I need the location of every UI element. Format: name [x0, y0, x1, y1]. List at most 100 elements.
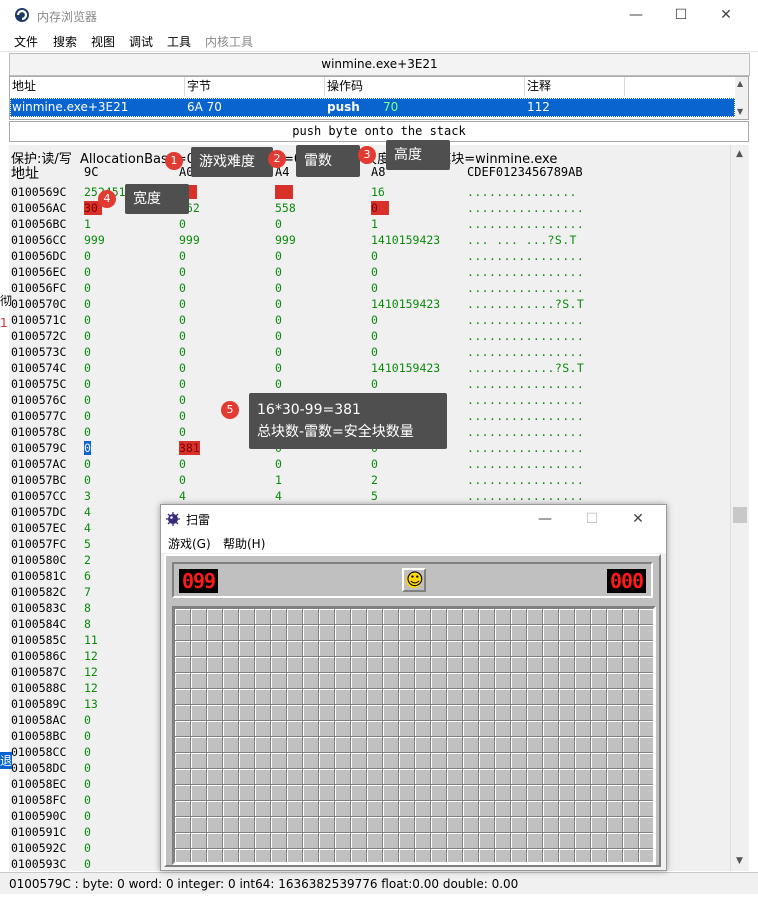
hex-value[interactable]: 0 [84, 761, 91, 775]
hex-value[interactable]: 0 [84, 729, 91, 743]
hex-value[interactable]: 0 [84, 345, 91, 359]
hex-value[interactable]: 0 [275, 297, 282, 311]
hex-value[interactable]: 0 [371, 201, 389, 215]
hex-value[interactable]: 0 [84, 793, 91, 807]
hex-row[interactable]: 010056AC 30 762 558 0................ [9, 201, 730, 217]
maximize-button[interactable]: ☐ [669, 4, 693, 26]
hex-value[interactable]: 0 [371, 377, 378, 391]
hex-value[interactable]: 13 [84, 697, 98, 711]
hex-value[interactable]: 0 [84, 393, 91, 407]
hex-value[interactable]: 0 [84, 265, 91, 279]
hex-value[interactable]: 12 [84, 649, 98, 663]
hex-value[interactable]: 1410159423 [371, 361, 440, 375]
hex-row[interactable]: 010056EC 0 0 0 0................ [9, 265, 730, 281]
hex-row[interactable]: 0100570C 0 0 0 1410159423 ............?S.T [9, 297, 730, 313]
hex-value[interactable]: 1410159423 [371, 233, 440, 247]
scroll-down-icon[interactable]: ▼ [737, 107, 743, 116]
hex-value[interactable]: 2 [371, 473, 378, 487]
hex-value[interactable]: 0 [179, 457, 186, 471]
hex-value[interactable]: 0 [84, 425, 91, 439]
hex-value[interactable]: 0 [275, 265, 282, 279]
hex-value[interactable]: 0 [179, 313, 186, 327]
smiley-button[interactable]: ☺ [402, 568, 426, 592]
scroll-up-icon[interactable]: ▲ [736, 149, 743, 159]
hex-row[interactable]: 0100575C 0 0 0 0................ [9, 377, 730, 393]
hex-value[interactable]: 0 [275, 329, 282, 343]
hex-value[interactable]: 5 [371, 489, 378, 503]
hex-value[interactable]: 0 [84, 745, 91, 759]
hex-value[interactable]: 0 [179, 377, 186, 391]
hex-value[interactable]: 0 [179, 345, 186, 359]
minimize-button[interactable]: — [624, 4, 648, 26]
hex-value[interactable]: 8 [84, 617, 91, 631]
hex-value[interactable]: 8 [84, 601, 91, 615]
mine-field-grid[interactable] [172, 606, 656, 865]
disasm-selected-row[interactable]: winmine.exe+3E21 6A 70 push 70 112 [10, 98, 735, 117]
menu-file[interactable]: 文件 [14, 33, 38, 50]
menu-search[interactable]: 搜索 [53, 33, 77, 50]
hex-row[interactable]: 0100574C 0 0 0 1410159423 ............?S.T [9, 361, 730, 377]
minesweeper-window[interactable]: 扫雷 — ☐ ✕ 游戏(G) 帮助(H) 099 ☺ 000 [160, 504, 667, 871]
hex-value[interactable]: 0 [84, 841, 91, 855]
hex-value[interactable]: 0 [179, 393, 186, 407]
hex-row[interactable]: 010057BC 0 0 1 2................ [9, 473, 730, 489]
hex-value[interactable]: 0 [84, 825, 91, 839]
hex-value[interactable]: 0 [179, 409, 186, 423]
hex-row[interactable]: 010057CC 3 4 4 5................ [9, 489, 730, 505]
hex-value[interactable]: 4 [84, 505, 91, 519]
hex-value[interactable]: 0 [179, 217, 186, 231]
hex-row[interactable]: 010056CC 999 999 999 1410159423 ... ... ...?… [9, 233, 730, 249]
minesweeper-close-button[interactable]: ✕ [626, 508, 650, 530]
menu-view[interactable]: 视图 [91, 33, 115, 50]
hex-value[interactable]: 381 [179, 441, 200, 455]
hex-row[interactable]: 010057AC 0 0 0 0................ [9, 457, 730, 473]
hex-row[interactable]: 010056DC 0 0 0 0................ [9, 249, 730, 265]
hex-row[interactable]: 010056FC 0 0 0 0................ [9, 281, 730, 297]
hex-value[interactable]: 0 [179, 265, 186, 279]
menu-debug[interactable]: 调试 [129, 33, 153, 50]
hex-value[interactable]: 0 [84, 857, 91, 871]
hex-value[interactable]: 0 [371, 249, 378, 263]
hex-value[interactable]: 0 [275, 377, 282, 391]
hex-value[interactable]: 0 [179, 281, 186, 295]
header-address[interactable]: 地址 [10, 77, 185, 96]
scroll-up-icon[interactable]: ▲ [737, 79, 743, 88]
hex-value[interactable]: 0 [84, 281, 91, 295]
hex-value[interactable]: 0 [84, 809, 91, 823]
hex-value[interactable]: 0 [275, 457, 282, 471]
hex-value[interactable]: 3 [84, 489, 91, 503]
hex-value[interactable]: 4 [275, 489, 282, 503]
hex-value[interactable]: 4 [84, 521, 91, 535]
hex-value[interactable]: 0 [84, 361, 91, 375]
hex-value[interactable]: 0 [84, 409, 91, 423]
hex-value[interactable]: 0 [371, 313, 378, 327]
scroll-down-icon[interactable]: ▼ [736, 856, 743, 866]
hex-value[interactable]: 0 [179, 361, 186, 375]
hex-value[interactable]: 4 [179, 489, 186, 503]
close-button[interactable]: ✕ [714, 4, 738, 26]
disasm-scrollbar[interactable]: ▲ ▼ [735, 77, 748, 119]
hex-value[interactable]: 0 [275, 313, 282, 327]
hex-value[interactable]: 0 [275, 217, 282, 231]
hex-value[interactable]: 0 [371, 281, 378, 295]
header-opcode[interactable]: 操作码 [325, 77, 525, 96]
hex-row[interactable]: 0100572C 0 0 0 0................ [9, 329, 730, 345]
hex-value[interactable]: 16 [371, 185, 385, 199]
hex-row[interactable]: 0100571C 0 0 0 0................ [9, 313, 730, 329]
header-bytes[interactable]: 字节 [185, 77, 325, 96]
hex-value[interactable]: 0 [84, 377, 91, 391]
hex-value[interactable]: 6 [84, 569, 91, 583]
hex-value[interactable]: 1410159423 [371, 297, 440, 311]
hex-value[interactable]: 12 [84, 665, 98, 679]
hex-value[interactable]: 5 [84, 537, 91, 551]
menu-kernel-tools[interactable]: 内核工具 [205, 33, 253, 50]
hex-value[interactable]: 0 [84, 441, 91, 455]
scroll-thumb[interactable] [733, 507, 747, 523]
hex-value[interactable]: 0 [84, 329, 91, 343]
hex-value[interactable]: 0 [84, 457, 91, 471]
hex-value[interactable]: 0 [179, 425, 186, 439]
hex-value[interactable]: 11 [84, 633, 98, 647]
hex-row[interactable]: 010056BC 1 0 0 1................ [9, 217, 730, 233]
hex-value[interactable]: 0 [179, 249, 186, 263]
hex-value[interactable]: 0 [179, 329, 186, 343]
